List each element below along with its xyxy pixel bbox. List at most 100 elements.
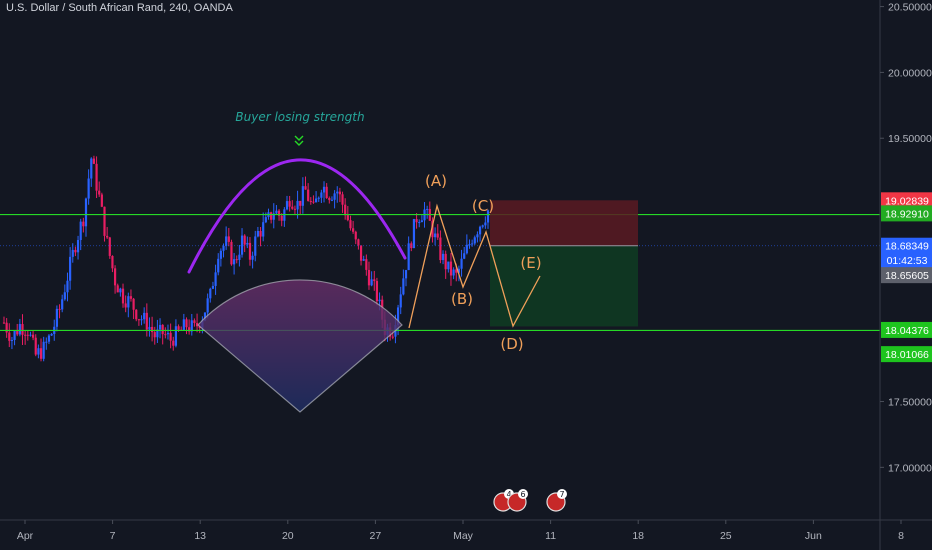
candle-body (463, 253, 466, 259)
candle-body (190, 320, 193, 332)
candle-body (34, 337, 37, 355)
price-label-text: 18.65605 (885, 270, 929, 282)
candle-body (182, 319, 185, 330)
candle-body (145, 312, 148, 330)
candle-body (447, 261, 450, 270)
candle-body (238, 254, 241, 260)
candle-body (365, 259, 368, 270)
candle-body (291, 206, 294, 209)
candle-body (391, 336, 394, 338)
candle-body (235, 259, 238, 261)
chevron-down-icon (294, 135, 304, 146)
candle-body (317, 197, 320, 199)
chart-title: U.S. Dollar / South African Rand, 240, O… (6, 2, 233, 14)
candle-body (441, 253, 445, 261)
x-tick-label: 27 (370, 530, 382, 542)
candle-body (349, 220, 352, 229)
price-chart[interactable]: (A)(B)(C)(D)(E)Buyer losing strength4 6 7 … (0, 0, 932, 550)
candle-body (66, 280, 69, 293)
x-tick-label: 13 (194, 530, 206, 542)
candle-body (151, 326, 154, 333)
candle-body (108, 237, 111, 256)
candle-body (325, 186, 328, 199)
axes: 20.50000 20.00000 19.50000 17.50000 17.00000… (0, 0, 932, 550)
candle-body (42, 341, 45, 359)
candle-body (61, 299, 64, 310)
candle-body (367, 269, 371, 286)
candle-body (256, 230, 260, 237)
wave-label: (C) (472, 197, 494, 215)
candle-body (18, 324, 21, 335)
candle-body (251, 255, 254, 260)
event-count-label: 7 (559, 490, 564, 499)
price-label-text: 01:42:53 (887, 255, 928, 267)
candle-body (174, 326, 178, 346)
candle-body (219, 250, 222, 259)
candle-body (129, 296, 133, 299)
candle-body (402, 278, 405, 295)
candle-body (206, 298, 209, 313)
x-tick-label: 18 (632, 530, 644, 542)
candle-body (341, 194, 344, 205)
candle-body (21, 324, 24, 335)
candle-body (259, 230, 262, 237)
candle-body (39, 348, 43, 359)
candle-body (333, 193, 336, 200)
candle-body (370, 279, 373, 286)
candle-body (143, 312, 146, 320)
candle-body (484, 222, 487, 226)
candle-body (412, 218, 416, 249)
candle-body (378, 299, 381, 302)
candle-body (476, 234, 479, 238)
candle-body (362, 259, 365, 261)
candle-body (275, 210, 278, 214)
candle-body (232, 259, 236, 265)
candle-body (468, 244, 471, 246)
candle-body (240, 235, 244, 255)
candle-body (106, 235, 109, 238)
candle-body (98, 190, 101, 195)
candle-body (169, 332, 172, 341)
candle-body (211, 285, 215, 289)
candle-body (415, 218, 418, 223)
x-tick-label: May (453, 530, 474, 542)
x-tick-label: 25 (720, 530, 732, 542)
price-label-text: 18.92910 (885, 208, 929, 220)
candle-body (214, 272, 217, 286)
candle-body (312, 201, 315, 203)
arc-fan-shape (197, 279, 403, 413)
candle-body (58, 308, 61, 310)
candle-body (103, 206, 106, 236)
candle-body (5, 322, 8, 333)
candle-body (354, 231, 357, 240)
candle-body (121, 288, 125, 304)
take-profit-zone (490, 245, 638, 327)
candle-body (270, 212, 273, 220)
candle-body (375, 281, 379, 302)
wave-label: (D) (500, 335, 523, 353)
candle-body (2, 322, 6, 324)
candle-body (307, 189, 310, 201)
candle-body (92, 158, 96, 164)
x-tick-label: Apr (17, 530, 34, 542)
candle-body (137, 319, 140, 321)
candle-body (465, 244, 468, 254)
x-tick-label: 20 (282, 530, 294, 542)
candle-body (164, 334, 167, 336)
candle-body (285, 201, 289, 210)
candle-body (45, 341, 48, 343)
stop-loss-zone (490, 200, 638, 246)
candle-body (31, 334, 35, 338)
event-count-label: 6 (520, 490, 525, 499)
candle-body (132, 298, 135, 310)
wave-label: (B) (451, 290, 473, 308)
candle-body (177, 326, 180, 330)
candle-body (74, 249, 77, 253)
candle-body (209, 288, 212, 299)
price-label-text: 18.68349 (885, 241, 929, 253)
candle-body (79, 221, 82, 241)
candle-body (322, 186, 326, 193)
candle-body (50, 333, 53, 336)
y-tick-label: 17.50000 (888, 397, 932, 409)
candle-body (172, 340, 175, 346)
